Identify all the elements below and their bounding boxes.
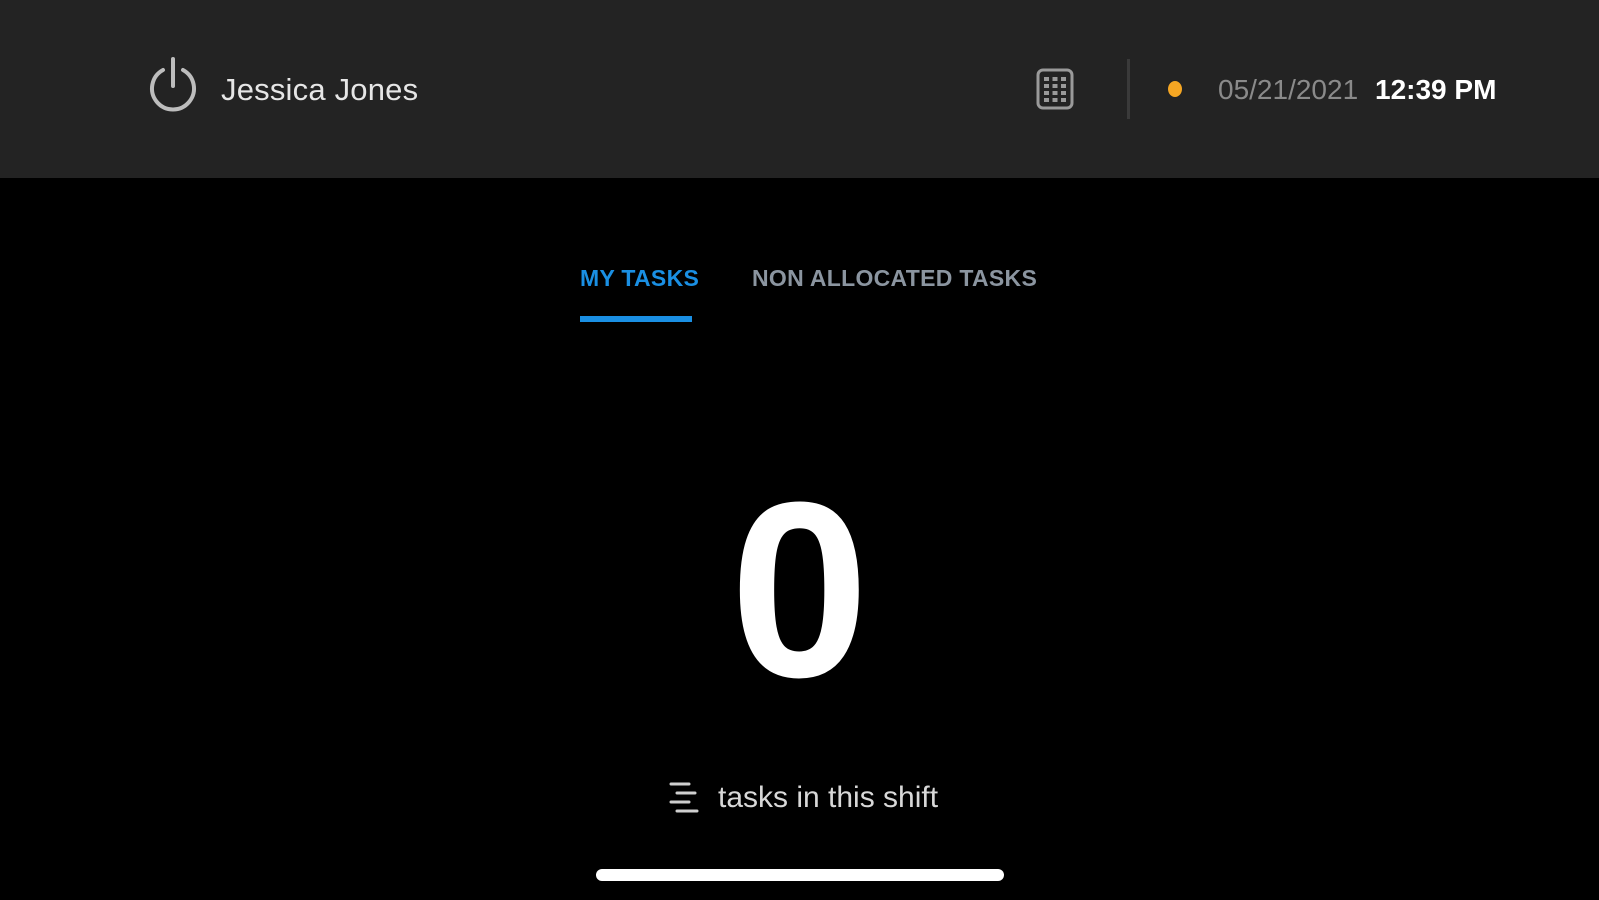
tasks-caption-text: tasks in this shift: [718, 781, 939, 814]
user-name: Jessica Jones: [221, 72, 419, 107]
list-icon: [668, 780, 700, 816]
logout-button[interactable]: [146, 56, 200, 118]
calendar-button[interactable]: [1036, 68, 1074, 110]
home-indicator[interactable]: [596, 869, 1004, 881]
current-time: 12:39 PM: [1375, 74, 1497, 105]
active-tab-indicator: [580, 316, 692, 322]
header-divider: [1127, 59, 1130, 119]
status-indicator: [1168, 81, 1182, 97]
calendar-icon: [1036, 68, 1074, 110]
task-screen: Jessica Jones 05/21/2021 12:39 PM MY TAS…: [0, 0, 1599, 900]
tab-non-allocated-tasks[interactable]: NON ALLOCATED TASKS: [752, 262, 1037, 294]
tab-my-tasks[interactable]: MY TASKS: [580, 262, 699, 294]
current-date: 05/21/2021: [1218, 74, 1359, 105]
task-count: 0: [729, 450, 870, 729]
power-icon: [146, 56, 200, 118]
task-caption: tasks in this shift: [668, 778, 938, 818]
top-bar: Jessica Jones 05/21/2021 12:39 PM: [0, 0, 1599, 178]
